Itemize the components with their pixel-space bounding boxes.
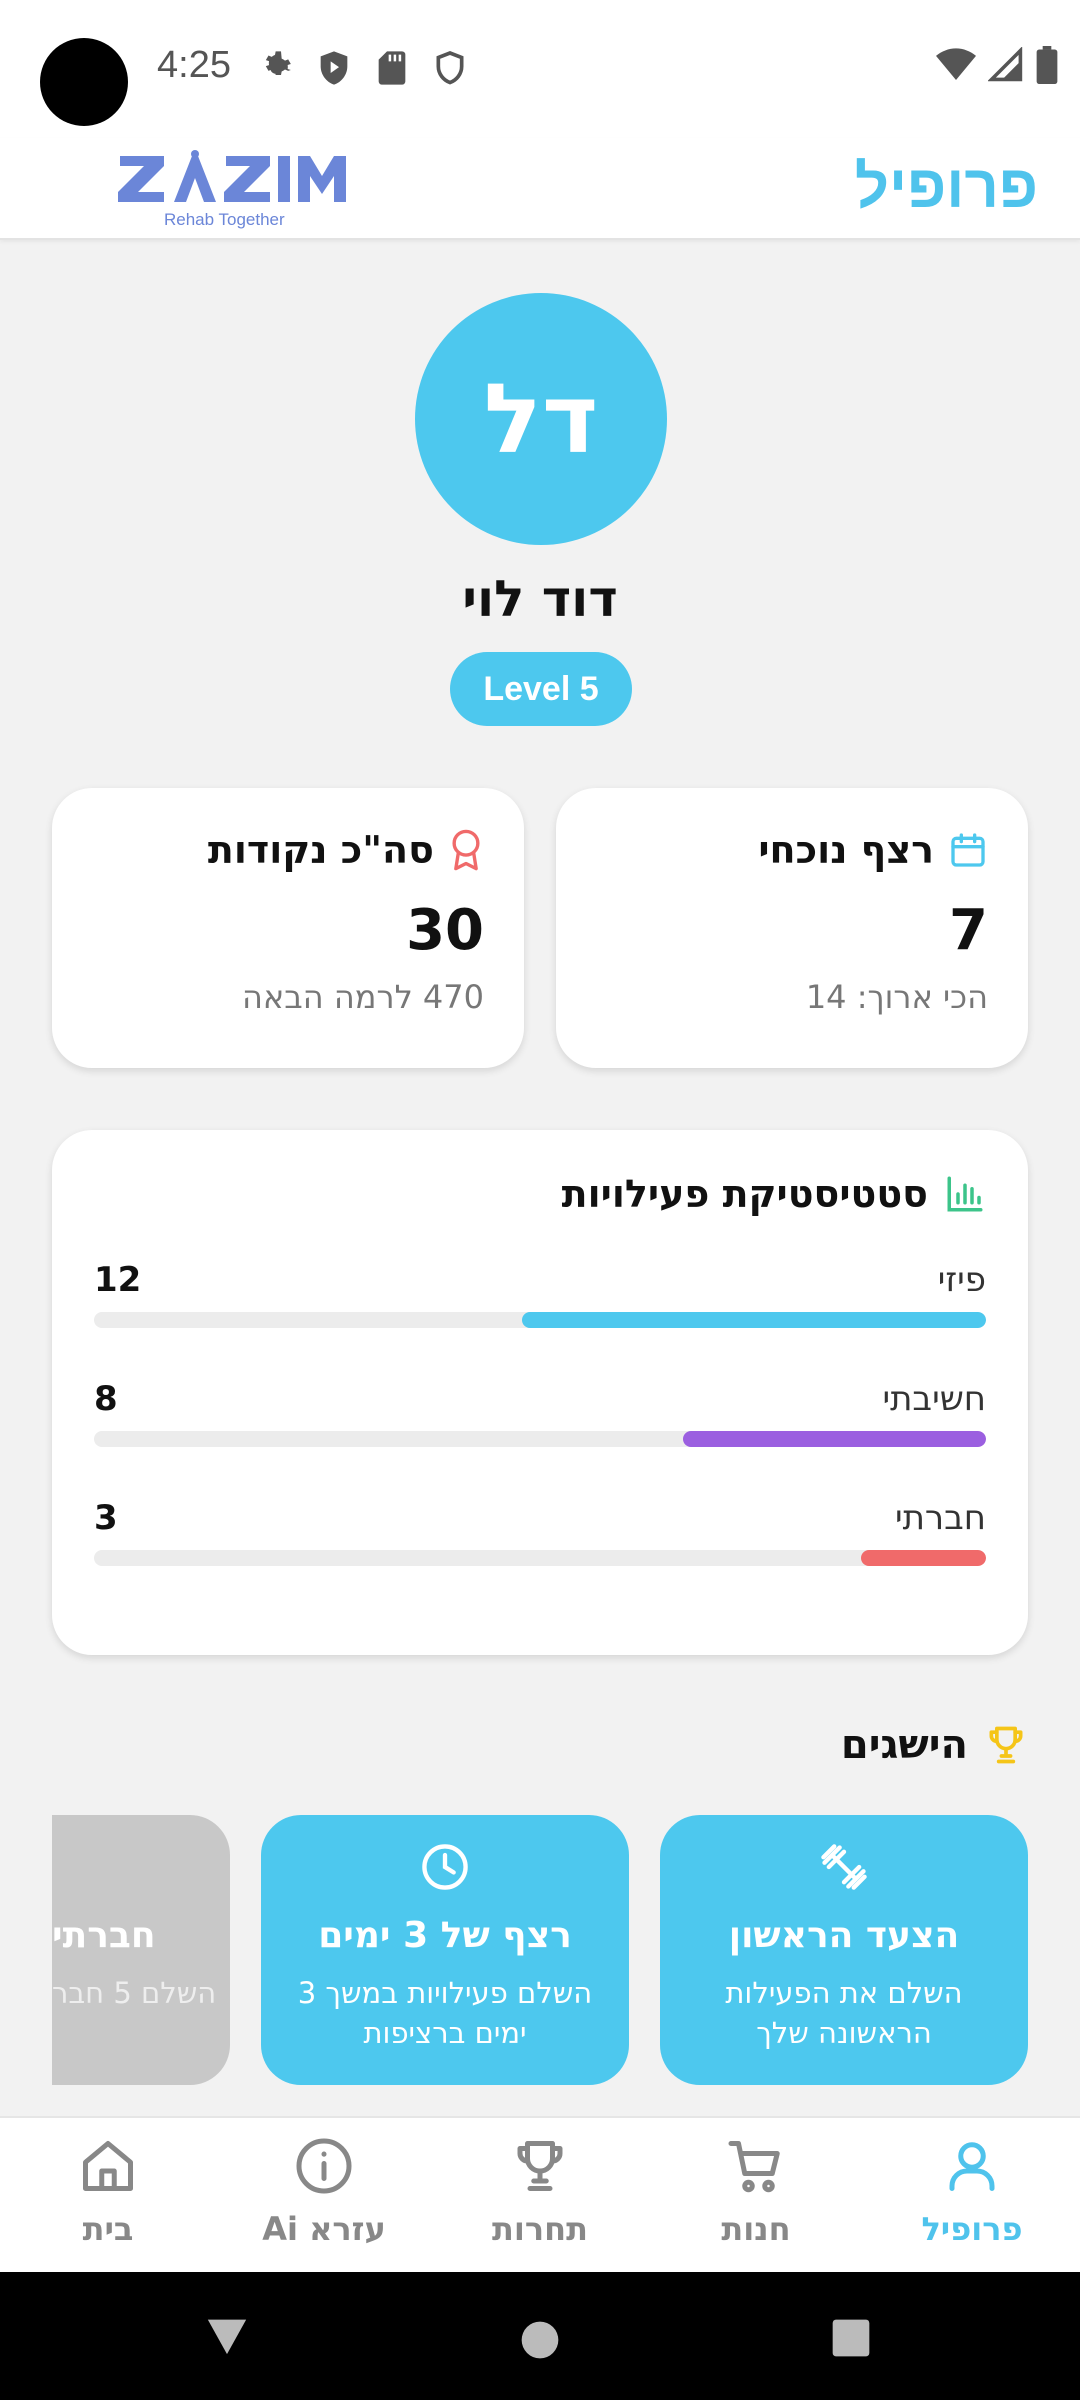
level-badge: Level 5	[450, 652, 632, 726]
system-navigation-bar	[0, 2272, 1080, 2400]
nav-home[interactable]: בית	[0, 2118, 216, 2274]
clock-icon	[422, 1844, 468, 1890]
nav-store-label: חנות	[721, 2210, 791, 2248]
points-title: סה"כ נקודות	[207, 828, 434, 872]
user-icon	[949, 2142, 995, 2191]
nav-ai-label: עזרא Ai	[262, 2210, 386, 2248]
recents-button-icon[interactable]	[831, 2318, 871, 2358]
trophy-icon	[517, 2141, 563, 2191]
streak-longest: הכי ארוך: 14	[805, 978, 988, 1016]
activity-stats-card: סטטיסטיקת פעילויות פיזי 12 חשיבתי 8 חברת…	[52, 1130, 1028, 1655]
achievement-name: הצעד הראשון	[728, 1915, 960, 1956]
achievement-card-first-step[interactable]: הצעד הראשון השלם את הפעילות הראשונה שלך	[660, 1815, 1028, 2085]
avatar[interactable]: דל	[415, 293, 667, 545]
home-icon	[83, 2141, 133, 2191]
activity-count: 8	[94, 1379, 118, 1419]
current-streak-card: רצף נוכחי 7 הכי ארוך: 14	[556, 788, 1028, 1068]
back-button-icon[interactable]	[204, 2312, 250, 2358]
achievement-card-social[interactable]: חברתי השלם 5 חבר	[52, 1815, 230, 2085]
achievement-desc: השלם את הפעילות הראשונה שלך	[725, 1976, 963, 2050]
home-button-icon[interactable]	[520, 2320, 560, 2360]
bar-chart-icon	[947, 1176, 983, 1212]
activity-count: 12	[94, 1260, 142, 1300]
achievements-title: הישגים	[840, 1722, 968, 1768]
progress-fill	[682, 1431, 986, 1447]
nav-competitions[interactable]: תחרות	[432, 2118, 648, 2274]
streak-title: רצף נוכחי	[758, 828, 934, 872]
total-points-card: סה"כ נקודות 30 470 לרמה הבאה	[52, 788, 524, 1068]
achievement-name: חברתי	[52, 1915, 156, 1956]
calendar-icon	[951, 833, 985, 867]
activity-count: 3	[94, 1498, 118, 1538]
progress-track	[94, 1312, 986, 1328]
achievements-carousel[interactable]: הצעד הראשון השלם את הפעילות הראשונה שלך …	[52, 1815, 1028, 2085]
user-name: דוד לוי	[462, 570, 618, 628]
progress-fill	[522, 1312, 986, 1328]
nav-profile-label: פרופיל	[921, 2210, 1023, 2248]
info-icon	[296, 2138, 352, 2194]
shield-icon	[436, 51, 464, 85]
app-header: Rehab Together פרופיל	[0, 138, 1080, 240]
award-icon	[452, 829, 480, 871]
achievement-name: רצף של 3 ימים	[318, 1915, 572, 1956]
points-to-next-level: 470 לרמה הבאה	[241, 978, 484, 1016]
achievements-header: הישגים	[841, 1722, 1028, 1768]
streak-value: 7	[949, 898, 988, 963]
achievement-desc: השלם פעילויות במשך 3 ימים ברציפות	[297, 1976, 593, 2050]
points-header: סה"כ נקודות	[208, 828, 484, 872]
nav-home-label: בית	[82, 2210, 134, 2248]
nav-ai-assistant[interactable]: עזרא Ai	[216, 2118, 432, 2274]
wifi-icon	[936, 48, 976, 80]
status-time: 4:25	[157, 44, 231, 86]
avatar-initials: דל	[483, 363, 599, 475]
activity-label: פיזי	[937, 1260, 986, 1300]
battery-icon	[1036, 46, 1058, 84]
activity-stats-title: סטטיסטיקת פעילויות	[561, 1172, 928, 1216]
streak-header: רצף נוכחי	[758, 828, 988, 872]
camera-cutout	[40, 38, 128, 126]
sd-card-icon	[378, 51, 406, 85]
trophy-icon	[989, 1726, 1023, 1764]
settings-icon	[265, 51, 291, 75]
bottom-navigation: בית עזרא Ai תחרות חנות פרופיל	[0, 2116, 1080, 2272]
nav-profile[interactable]: פרופיל	[864, 2118, 1080, 2274]
dumbbell-icon	[821, 1844, 867, 1890]
activity-label: חברתי	[894, 1498, 986, 1538]
logo-subtitle: Rehab Together	[164, 210, 285, 229]
logo-wordmark	[118, 150, 346, 202]
nav-competitions-label: תחרות	[492, 2210, 588, 2248]
achievement-desc: השלם 5 חבר	[52, 1976, 217, 2010]
progress-track	[94, 1431, 986, 1447]
shopping-cart-icon	[728, 2141, 780, 2193]
shield-play-icon	[320, 51, 348, 85]
points-value: 30	[406, 898, 484, 963]
signal-icon	[988, 47, 1023, 82]
zzim-logo: Rehab Together	[116, 148, 346, 240]
nav-store[interactable]: חנות	[648, 2118, 864, 2274]
achievement-card-3-day-streak[interactable]: רצף של 3 ימים השלם פעילויות במשך 3 ימים …	[261, 1815, 629, 2085]
progress-track	[94, 1550, 986, 1566]
activity-stats-header: סטטיסטיקת פעילויות	[562, 1172, 986, 1216]
progress-fill	[861, 1550, 986, 1566]
page-title: פרופיל	[854, 153, 1038, 220]
status-bar: 4:25	[0, 0, 1080, 138]
activity-label: חשיבתי	[882, 1379, 986, 1419]
